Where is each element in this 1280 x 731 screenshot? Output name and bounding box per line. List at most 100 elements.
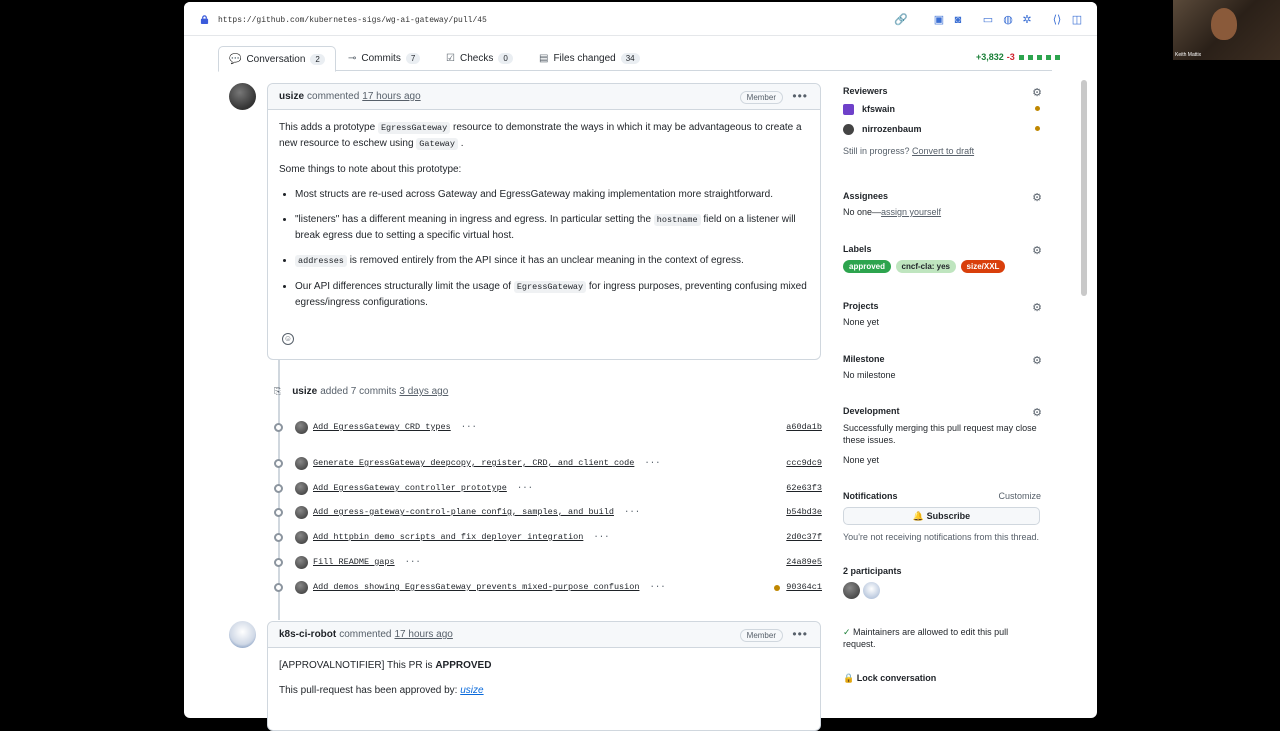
avatar[interactable] [295, 482, 308, 495]
inline-code: Gateway [416, 138, 459, 150]
assignees-value: No one—assign yourself [843, 207, 1043, 217]
link-icon[interactable]: 🔗 [894, 13, 908, 27]
robot-avatar[interactable] [863, 582, 880, 599]
commit-sha[interactable]: 2d0c37f [786, 532, 822, 542]
screen-icon[interactable]: ▣ [932, 13, 946, 27]
reviewer-name[interactable]: nirrozenbaum [862, 124, 922, 134]
address-bar[interactable]: https://github.com/kubernetes-sigs/wg-ai… [184, 2, 1097, 36]
commit-message[interactable]: Add EgressGateway controller prototype ··… [313, 483, 533, 493]
comment-author[interactable]: k8s-ci-robot [279, 629, 336, 640]
gear-icon[interactable]: ⚙ [1032, 191, 1042, 204]
comment-body: [APPROVALNOTIFIER] This PR is APPROVED T… [268, 648, 820, 718]
commit-message[interactable]: Add egress-gateway-control-plane config,… [313, 507, 640, 517]
gear-icon[interactable]: ⚙ [1032, 301, 1042, 314]
reviewer-item[interactable]: kfswain [843, 102, 1043, 116]
commit-sha[interactable]: b54bd3e [786, 507, 822, 517]
commit-message[interactable]: Add EgressGateway CRD types ··· [313, 422, 477, 432]
robot-avatar[interactable] [229, 621, 256, 648]
comment-time[interactable]: 17 hours ago [362, 91, 420, 102]
gear-icon[interactable]: ⚙ [1032, 244, 1042, 257]
label-size[interactable]: size/XXL [960, 260, 1006, 273]
avatar[interactable] [295, 506, 308, 519]
commit-sha[interactable]: ccc9dc9 [786, 458, 822, 468]
pr-tabs: 💬 Conversation 2 ⊸ Commits 7 ☑ Checks 0 … [218, 46, 1052, 72]
lock-icon: 🔒 [843, 673, 857, 683]
camera-icon[interactable]: ◙ [951, 13, 965, 27]
convert-to-draft-link[interactable]: Convert to draft [912, 146, 974, 156]
kebab-menu-icon[interactable]: ••• [792, 89, 808, 103]
sidebar-icon[interactable]: ◫ [1070, 13, 1084, 27]
commit-sha[interactable]: 90364c1 [786, 582, 822, 592]
gear-icon[interactable]: ⚙ [1032, 86, 1042, 99]
pending-status-icon[interactable] [774, 585, 780, 591]
avatar[interactable] [295, 581, 308, 594]
paragraph: This pull-request has been approved by: … [279, 683, 809, 698]
comment-time[interactable]: 17 hours ago [394, 629, 452, 640]
presenter-name: Keith Mattix [1175, 52, 1202, 58]
commit-message-text: Fill README gaps [313, 557, 395, 567]
development-section: Development ⚙ Successfully merging this … [843, 406, 1043, 465]
commit-row: Add demos showing EgressGateway prevents… [274, 581, 822, 595]
section-title: Reviewers [843, 86, 888, 96]
reviewer-name[interactable]: kfswain [862, 104, 895, 114]
inline-code: EgressGateway [377, 122, 451, 134]
ellipsis-icon[interactable]: ··· [405, 557, 421, 567]
scrollbar[interactable] [1081, 80, 1087, 296]
tab-checks[interactable]: ☑ Checks 0 [446, 46, 513, 71]
commit-message-text: Add EgressGateway CRD types [313, 422, 451, 432]
avatar[interactable] [229, 83, 256, 110]
smiley-icon[interactable]: ☺ [282, 333, 294, 345]
commit-message[interactable]: Add httpbin demo scripts and fix deploye… [313, 532, 610, 542]
commit-message-text: Generate EgressGateway deepcopy, registe… [313, 458, 635, 468]
window-icon[interactable]: ▭ [981, 13, 995, 27]
ellipsis-icon[interactable]: ··· [649, 582, 665, 592]
check-icon: ✓ [843, 627, 854, 637]
commit-message[interactable]: Generate EgressGateway deepcopy, registe… [313, 458, 661, 468]
settings-icon[interactable]: ✲ [1020, 13, 1034, 27]
kebab-menu-icon[interactable]: ••• [792, 627, 808, 641]
list-item: Most structs are re-used across Gateway … [295, 187, 809, 202]
event-author[interactable]: usize [292, 386, 317, 397]
commit-sha[interactable]: 62e63f3 [786, 483, 822, 493]
tab-conversation[interactable]: 💬 Conversation 2 [218, 46, 336, 72]
tab-files-changed[interactable]: ▤ Files changed 34 [539, 46, 640, 71]
ellipsis-icon[interactable]: ··· [593, 532, 609, 542]
commit-sha[interactable]: a60da1b [786, 422, 822, 432]
label-cncf-cla[interactable]: cncf-cla: yes [895, 260, 956, 273]
ellipsis-icon[interactable]: ··· [517, 483, 533, 493]
ellipsis-icon[interactable]: ··· [461, 422, 477, 432]
reviewer-item[interactable]: nirrozenbaum [843, 122, 1043, 136]
label-approved[interactable]: approved [843, 260, 892, 273]
tab-commits[interactable]: ⊸ Commits 7 [348, 46, 421, 71]
paragraph: This adds a prototype EgressGateway reso… [279, 120, 809, 152]
url-text[interactable]: https://github.com/kubernetes-sigs/wg-ai… [218, 16, 487, 25]
lock-conversation-button[interactable]: 🔒 Lock conversation [843, 673, 1043, 684]
customize-link[interactable]: Customize [998, 491, 1041, 501]
commit-message[interactable]: Add demos showing EgressGateway prevents… [313, 582, 666, 592]
code-icon[interactable]: ⟨⟩ [1050, 13, 1064, 27]
assign-yourself-link[interactable]: assign yourself [881, 207, 941, 217]
gear-icon[interactable]: ⚙ [1032, 354, 1042, 367]
commit-message-text: Add EgressGateway controller prototype [313, 483, 507, 493]
approver-link[interactable]: usize [460, 685, 483, 696]
inline-code: EgressGateway [513, 281, 587, 293]
subscribe-button[interactable]: 🔔 Subscribe [843, 507, 1040, 525]
checklist-icon: ☑ [446, 53, 455, 64]
avatar[interactable] [843, 582, 860, 599]
avatar[interactable] [295, 531, 308, 544]
globe-icon[interactable]: ◍ [1001, 13, 1015, 27]
comment-author[interactable]: usize [279, 91, 304, 102]
ellipsis-icon[interactable]: ··· [644, 458, 660, 468]
avatar[interactable] [295, 556, 308, 569]
pending-review-icon [1035, 126, 1040, 131]
notifications-text: You're not receiving notifications from … [843, 532, 1039, 542]
ellipsis-icon[interactable]: ··· [624, 507, 640, 517]
avatar[interactable] [295, 457, 308, 470]
avatar[interactable] [295, 421, 308, 434]
deletions-count: -3 [1006, 52, 1015, 62]
bullet-list: Most structs are re-used across Gateway … [279, 187, 809, 310]
gear-icon[interactable]: ⚙ [1032, 406, 1042, 419]
commit-sha[interactable]: 24a89e5 [786, 557, 822, 567]
commit-message[interactable]: Fill README gaps ··· [313, 557, 421, 567]
event-time[interactable]: 3 days ago [399, 386, 448, 397]
